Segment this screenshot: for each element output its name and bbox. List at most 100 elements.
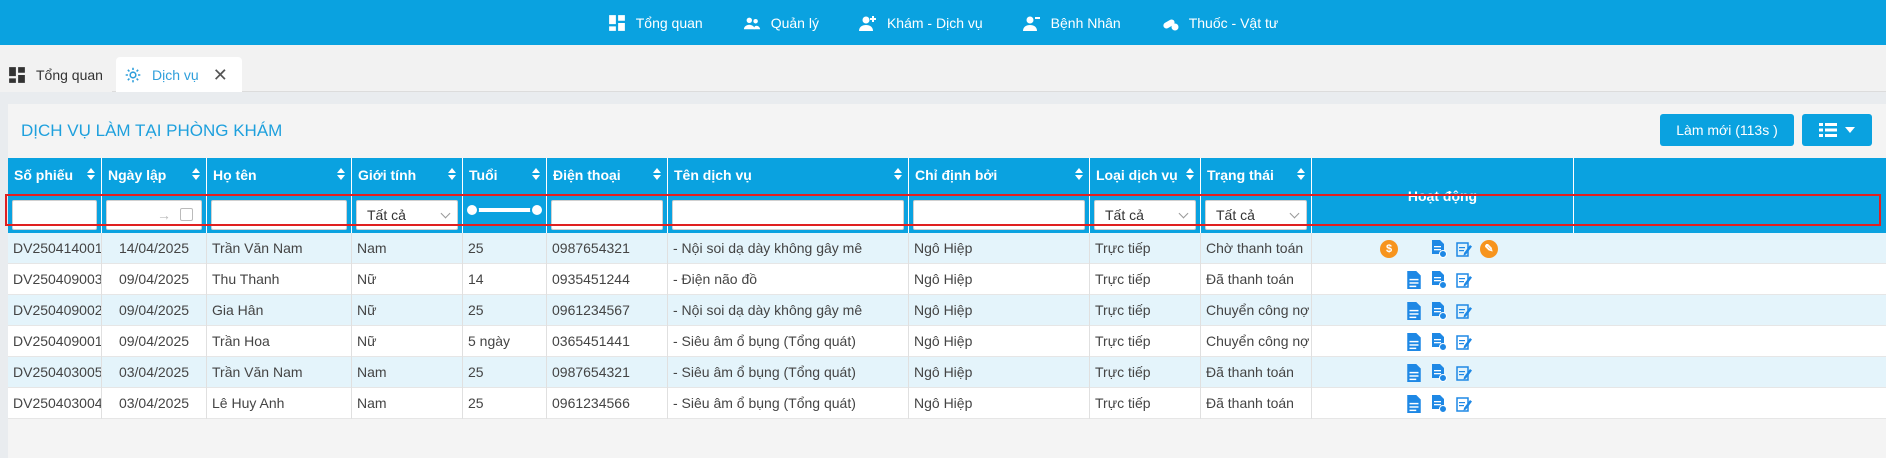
cell-ngay-lap: 09/04/2025 (102, 326, 207, 357)
document-icon[interactable] (1405, 270, 1423, 289)
date-range-filter[interactable]: → (106, 200, 202, 230)
cell-gioi-tinh: Nữ (352, 326, 463, 357)
cell-gioi-tinh: Nữ (352, 264, 463, 295)
edit-note-icon[interactable] (1455, 240, 1473, 258)
add-document-icon[interactable] (1430, 332, 1448, 351)
filter-loai-dich-vu-select[interactable]: Tất cả (1094, 200, 1196, 230)
add-document-icon[interactable] (1430, 394, 1448, 413)
column-toggle-button[interactable] (1802, 114, 1872, 146)
column-label: Hoạt động (1407, 188, 1478, 204)
sort-icon[interactable] (337, 168, 345, 180)
sort-icon[interactable] (653, 168, 661, 180)
nav-item-management[interactable]: Quản lý (743, 14, 819, 32)
column-label: Tuổi (469, 167, 498, 183)
filter-so-phieu-input[interactable] (12, 200, 97, 230)
sort-icon[interactable] (192, 168, 200, 180)
column-ngay-lap[interactable]: Ngày lập → (102, 158, 207, 233)
edit-note-icon[interactable] (1455, 271, 1473, 289)
cell-trang-thai: Đã thanh toán (1201, 264, 1312, 295)
table-row[interactable]: DV250409001 09/04/2025 Trần Hoa Nữ 5 ngày 036… (8, 326, 1886, 357)
add-document-icon[interactable] (1430, 270, 1448, 289)
column-loai-dich-vu[interactable]: Loại dịch vụ Tất cả (1090, 158, 1201, 233)
cell-gioi-tinh: Nam (352, 357, 463, 388)
slider-handle-max[interactable] (530, 203, 544, 217)
chevron-down-icon (440, 208, 451, 219)
nav-item-patients[interactable]: Bệnh Nhân (1022, 14, 1121, 32)
filter-dien-thoai-input[interactable] (551, 200, 663, 230)
document-icon[interactable] (1405, 301, 1423, 320)
cell-dien-thoai: 0935451244 (547, 264, 668, 295)
cell-loai-dich-vu: Trực tiếp (1090, 295, 1201, 326)
table-row[interactable]: DV250409003 09/04/2025 Thu Thanh Nữ 14 093545… (8, 264, 1886, 295)
medicine-icon (1163, 19, 1179, 30)
cell-loai-dich-vu: Trực tiếp (1090, 326, 1201, 357)
refresh-button[interactable]: Làm mới (113s ) (1660, 114, 1794, 146)
cell-chi-dinh-boi: Ngô Hiệp (909, 295, 1090, 326)
sort-icon[interactable] (1297, 168, 1305, 180)
sort-icon[interactable] (1186, 168, 1194, 180)
edit-note-icon[interactable] (1455, 364, 1473, 382)
cell-tuoi: 25 (463, 388, 547, 419)
table-row[interactable]: DV250409002 09/04/2025 Gia Hân Nữ 25 09612345… (8, 295, 1886, 326)
document-icon[interactable] (1405, 363, 1423, 382)
chevron-down-icon (1178, 208, 1189, 219)
cell-so-phieu: DV250403005 (8, 357, 102, 388)
sort-icon[interactable] (1075, 168, 1083, 180)
pencil-icon[interactable]: ✎ (1480, 239, 1498, 258)
sort-icon[interactable] (532, 168, 540, 180)
row-actions (1405, 388, 1480, 419)
table-row[interactable]: DV250414001 14/04/2025 Trần Văn Nam Nam 25 09… (8, 233, 1886, 264)
document-icon[interactable] (1405, 332, 1423, 351)
column-ho-ten[interactable]: Họ tên (207, 158, 352, 233)
sort-icon[interactable] (87, 168, 95, 180)
edit-note-icon[interactable] (1455, 395, 1473, 413)
sort-icon[interactable] (894, 168, 902, 180)
cell-trang-thai: Chuyển công nợ (1201, 326, 1312, 357)
nav-item-overview[interactable]: Tổng quan (608, 14, 703, 32)
sort-icon[interactable] (448, 168, 456, 180)
document-icon[interactable] (1405, 394, 1423, 413)
edit-note-icon[interactable] (1455, 302, 1473, 320)
cell-so-phieu: DV250409003 (8, 264, 102, 295)
cell-chi-dinh-boi: Ngô Hiệp (909, 357, 1090, 388)
payment-icon[interactable]: $ (1380, 239, 1398, 258)
column-dien-thoai[interactable]: Điện thoại (547, 158, 668, 233)
column-label: Họ tên (213, 167, 257, 183)
tab-bar: Tổng quan Dịch vụ ✕ (0, 45, 1886, 92)
nav-item-examination[interactable]: Khám - Dịch vụ (858, 14, 983, 32)
column-gioi-tinh[interactable]: Giới tính Tất cả (352, 158, 463, 233)
tab-label: Tổng quan (36, 66, 103, 83)
column-label: Điện thoại (553, 167, 621, 183)
cell-dien-thoai: 0987654321 (547, 233, 668, 264)
slider-handle-min[interactable] (465, 203, 479, 217)
cell-ho-ten: Thu Thanh (207, 264, 352, 295)
cell-so-phieu: DV250409001 (8, 326, 102, 357)
filter-ho-ten-input[interactable] (211, 200, 347, 230)
filter-chi-dinh-boi-input[interactable] (913, 200, 1085, 230)
column-so-phieu[interactable]: Số phiếu (8, 158, 102, 233)
cell-ten-dich-vu: - Nội soi dạ dày không gây mê (668, 295, 909, 326)
column-trang-thai[interactable]: Trạng thái Tất cả (1201, 158, 1312, 233)
tab-overview[interactable]: Tổng quan (0, 57, 112, 92)
cell-gioi-tinh: Nam (352, 388, 463, 419)
table-row[interactable]: DV250403005 03/04/2025 Trần Văn Nam Nam 25 09… (8, 357, 1886, 388)
tab-service[interactable]: Dịch vụ ✕ (116, 57, 242, 92)
add-document-icon[interactable] (1430, 301, 1448, 320)
column-ten-dich-vu[interactable]: Tên dịch vụ (668, 158, 909, 233)
filter-trang-thai-select[interactable]: Tất cả (1205, 200, 1307, 230)
gear-icon (125, 67, 141, 82)
close-icon[interactable]: ✕ (213, 66, 228, 84)
table-row[interactable]: DV250403004 03/04/2025 Lê Huy Anh Nam 25 0961… (8, 388, 1886, 419)
column-tuoi[interactable]: Tuổi (463, 158, 547, 233)
top-navigation: Tổng quan Quản lý Khám - Dịch vụ Bệnh Nh… (0, 0, 1886, 45)
add-document-icon[interactable] (1430, 239, 1448, 258)
add-document-icon[interactable] (1430, 363, 1448, 382)
filter-ten-dich-vu-input[interactable] (672, 200, 904, 230)
edit-note-icon[interactable] (1455, 333, 1473, 351)
age-range-slider[interactable] (465, 203, 544, 217)
nav-item-medicine[interactable]: Thuốc - Vật tư (1161, 14, 1279, 32)
calendar-icon[interactable] (180, 208, 193, 221)
column-chi-dinh-boi[interactable]: Chỉ định bởi (909, 158, 1090, 233)
filter-gioi-tinh-select[interactable]: Tất cả (356, 200, 458, 230)
nav-item-label: Thuốc - Vật tư (1188, 14, 1279, 31)
